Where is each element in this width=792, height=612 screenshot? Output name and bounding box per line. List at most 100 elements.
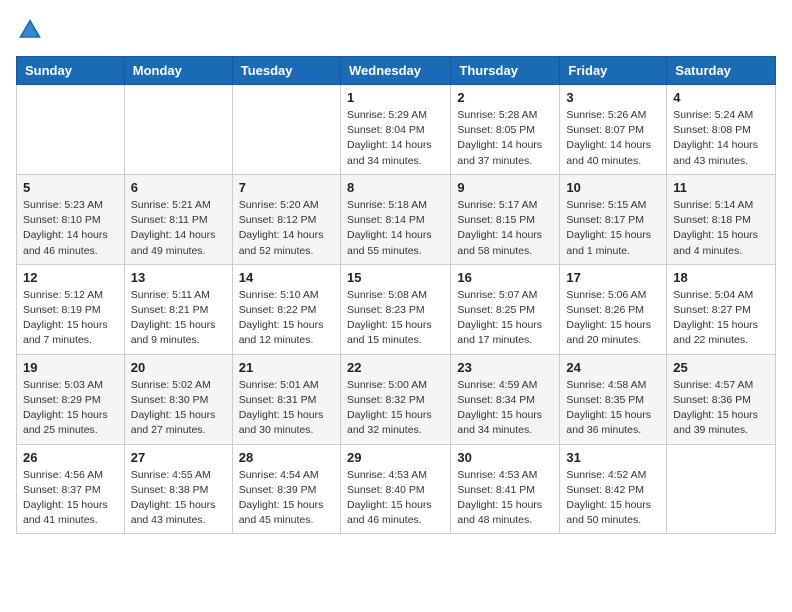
logo — [16, 16, 48, 44]
day-info: Sunrise: 5:12 AM Sunset: 8:19 PM Dayligh… — [23, 288, 118, 349]
day-number: 13 — [131, 270, 226, 285]
day-number: 8 — [347, 180, 444, 195]
weekday-header: Tuesday — [232, 57, 340, 85]
calendar-cell: 31Sunrise: 4:52 AM Sunset: 8:42 PM Dayli… — [560, 444, 667, 534]
calendar-cell: 2Sunrise: 5:28 AM Sunset: 8:05 PM Daylig… — [451, 85, 560, 175]
calendar-cell — [232, 85, 340, 175]
weekday-header: Wednesday — [340, 57, 450, 85]
calendar-cell: 19 Sunrise: 5:03 AM Sunset: 8:29 PM Dayli… — [17, 354, 125, 444]
day-info: Sunrise: 5:07 AM Sunset: 8:25 PM Dayligh… — [457, 288, 553, 349]
calendar-cell: 1Sunrise: 5:29 AM Sunset: 8:04 PM Daylig… — [340, 85, 450, 175]
calendar-row: 12 Sunrise: 5:12 AM Sunset: 8:19 PM Dayli… — [17, 264, 776, 354]
logo-icon — [16, 16, 44, 44]
day-number: 16 — [457, 270, 553, 285]
day-info: Sunrise: 5:23 AM Sunset: 8:10 PM Dayligh… — [23, 198, 118, 259]
day-number: 26 — [23, 450, 118, 465]
calendar-row: 5Sunrise: 5:23 AM Sunset: 8:10 PM Daylig… — [17, 174, 776, 264]
day-number: 19 — [23, 360, 118, 375]
day-info: Sunrise: 5:02 AM Sunset: 8:30 PM Dayligh… — [131, 378, 226, 439]
day-info: Sunrise: 5:17 AM Sunset: 8:15 PM Dayligh… — [457, 198, 553, 259]
day-info: Sunrise: 5:21 AM Sunset: 8:11 PM Dayligh… — [131, 198, 226, 259]
weekday-header: Saturday — [667, 57, 776, 85]
day-number: 18 — [673, 270, 769, 285]
calendar-cell: 26 Sunrise: 4:56 AM Sunset: 8:37 PM Dayli… — [17, 444, 125, 534]
day-number: 3 — [566, 90, 660, 105]
day-number: 30 — [457, 450, 553, 465]
day-number: 10 — [566, 180, 660, 195]
calendar-table: SundayMondayTuesdayWednesdayThursdayFrid… — [16, 56, 776, 534]
calendar-cell: 28Sunrise: 4:54 AM Sunset: 8:39 PM Dayli… — [232, 444, 340, 534]
calendar-cell: 7 Sunrise: 5:20 AM Sunset: 8:12 PM Daylig… — [232, 174, 340, 264]
day-info: Sunrise: 5:00 AM Sunset: 8:32 PM Dayligh… — [347, 378, 444, 439]
weekday-header: Sunday — [17, 57, 125, 85]
calendar-cell: 23 Sunrise: 4:59 AM Sunset: 8:34 PM Dayli… — [451, 354, 560, 444]
day-number: 6 — [131, 180, 226, 195]
day-number: 11 — [673, 180, 769, 195]
calendar-cell: 20Sunrise: 5:02 AM Sunset: 8:30 PM Dayli… — [124, 354, 232, 444]
day-info: Sunrise: 5:04 AM Sunset: 8:27 PM Dayligh… — [673, 288, 769, 349]
day-info: Sunrise: 4:55 AM Sunset: 8:38 PM Dayligh… — [131, 468, 226, 529]
calendar-cell: 9 Sunrise: 5:17 AM Sunset: 8:15 PM Daylig… — [451, 174, 560, 264]
day-number: 27 — [131, 450, 226, 465]
weekday-header-row: SundayMondayTuesdayWednesdayThursdayFrid… — [17, 57, 776, 85]
day-info: Sunrise: 5:10 AM Sunset: 8:22 PM Dayligh… — [239, 288, 334, 349]
calendar-cell: 12 Sunrise: 5:12 AM Sunset: 8:19 PM Dayli… — [17, 264, 125, 354]
calendar-cell: 27 Sunrise: 4:55 AM Sunset: 8:38 PM Dayli… — [124, 444, 232, 534]
page-header — [16, 16, 776, 44]
weekday-header: Thursday — [451, 57, 560, 85]
calendar-cell: 29 Sunrise: 4:53 AM Sunset: 8:40 PM Dayli… — [340, 444, 450, 534]
day-number: 24 — [566, 360, 660, 375]
day-info: Sunrise: 5:20 AM Sunset: 8:12 PM Dayligh… — [239, 198, 334, 259]
day-number: 1 — [347, 90, 444, 105]
calendar-cell: 14 Sunrise: 5:10 AM Sunset: 8:22 PM Dayli… — [232, 264, 340, 354]
calendar-cell — [124, 85, 232, 175]
calendar-cell: 5Sunrise: 5:23 AM Sunset: 8:10 PM Daylig… — [17, 174, 125, 264]
day-info: Sunrise: 4:53 AM Sunset: 8:40 PM Dayligh… — [347, 468, 444, 529]
day-info: Sunrise: 5:08 AM Sunset: 8:23 PM Dayligh… — [347, 288, 444, 349]
day-number: 2 — [457, 90, 553, 105]
day-info: Sunrise: 5:26 AM Sunset: 8:07 PM Dayligh… — [566, 108, 660, 169]
day-number: 9 — [457, 180, 553, 195]
day-number: 21 — [239, 360, 334, 375]
day-info: Sunrise: 5:15 AM Sunset: 8:17 PM Dayligh… — [566, 198, 660, 259]
day-info: Sunrise: 5:14 AM Sunset: 8:18 PM Dayligh… — [673, 198, 769, 259]
calendar-row: 19 Sunrise: 5:03 AM Sunset: 8:29 PM Dayli… — [17, 354, 776, 444]
weekday-header: Monday — [124, 57, 232, 85]
day-number: 7 — [239, 180, 334, 195]
calendar-row: 1Sunrise: 5:29 AM Sunset: 8:04 PM Daylig… — [17, 85, 776, 175]
calendar-cell: 16 Sunrise: 5:07 AM Sunset: 8:25 PM Dayli… — [451, 264, 560, 354]
calendar-row: 26 Sunrise: 4:56 AM Sunset: 8:37 PM Dayli… — [17, 444, 776, 534]
day-info: Sunrise: 5:18 AM Sunset: 8:14 PM Dayligh… — [347, 198, 444, 259]
day-info: Sunrise: 4:53 AM Sunset: 8:41 PM Dayligh… — [457, 468, 553, 529]
calendar-cell: 11 Sunrise: 5:14 AM Sunset: 8:18 PM Dayli… — [667, 174, 776, 264]
day-info: Sunrise: 5:06 AM Sunset: 8:26 PM Dayligh… — [566, 288, 660, 349]
day-info: Sunrise: 4:52 AM Sunset: 8:42 PM Dayligh… — [566, 468, 660, 529]
day-info: Sunrise: 4:56 AM Sunset: 8:37 PM Dayligh… — [23, 468, 118, 529]
day-number: 23 — [457, 360, 553, 375]
calendar-body: 1Sunrise: 5:29 AM Sunset: 8:04 PM Daylig… — [17, 85, 776, 534]
calendar-cell: 18 Sunrise: 5:04 AM Sunset: 8:27 PM Dayli… — [667, 264, 776, 354]
calendar-header: SundayMondayTuesdayWednesdayThursdayFrid… — [17, 57, 776, 85]
calendar-cell — [667, 444, 776, 534]
day-info: Sunrise: 4:57 AM Sunset: 8:36 PM Dayligh… — [673, 378, 769, 439]
day-info: Sunrise: 5:11 AM Sunset: 8:21 PM Dayligh… — [131, 288, 226, 349]
calendar-cell: 13 Sunrise: 5:11 AM Sunset: 8:21 PM Dayli… — [124, 264, 232, 354]
day-info: Sunrise: 4:59 AM Sunset: 8:34 PM Dayligh… — [457, 378, 553, 439]
day-number: 15 — [347, 270, 444, 285]
calendar-cell: 15 Sunrise: 5:08 AM Sunset: 8:23 PM Dayli… — [340, 264, 450, 354]
day-info: Sunrise: 5:24 AM Sunset: 8:08 PM Dayligh… — [673, 108, 769, 169]
calendar-cell: 3 Sunrise: 5:26 AM Sunset: 8:07 PM Daylig… — [560, 85, 667, 175]
calendar-cell: 25Sunrise: 4:57 AM Sunset: 8:36 PM Dayli… — [667, 354, 776, 444]
day-number: 12 — [23, 270, 118, 285]
calendar-cell: 10 Sunrise: 5:15 AM Sunset: 8:17 PM Dayli… — [560, 174, 667, 264]
day-number: 14 — [239, 270, 334, 285]
day-info: Sunrise: 5:03 AM Sunset: 8:29 PM Dayligh… — [23, 378, 118, 439]
weekday-header: Friday — [560, 57, 667, 85]
calendar-cell: 8 Sunrise: 5:18 AM Sunset: 8:14 PM Daylig… — [340, 174, 450, 264]
calendar-cell: 24Sunrise: 4:58 AM Sunset: 8:35 PM Dayli… — [560, 354, 667, 444]
calendar-cell: 30 Sunrise: 4:53 AM Sunset: 8:41 PM Dayli… — [451, 444, 560, 534]
day-info: Sunrise: 5:01 AM Sunset: 8:31 PM Dayligh… — [239, 378, 334, 439]
day-number: 22 — [347, 360, 444, 375]
calendar-cell: 17Sunrise: 5:06 AM Sunset: 8:26 PM Dayli… — [560, 264, 667, 354]
day-number: 29 — [347, 450, 444, 465]
